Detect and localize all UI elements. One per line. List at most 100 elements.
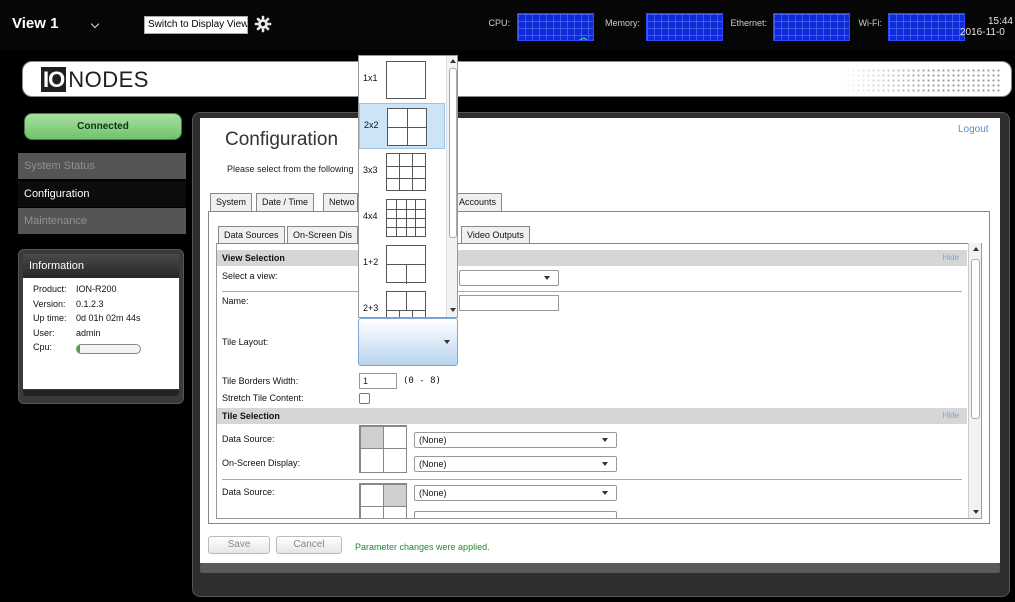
view-title[interactable]: View 1 (12, 15, 58, 32)
tab-accounts[interactable]: Accounts (453, 193, 503, 211)
chevron-down-icon (602, 491, 608, 495)
tile-option-2plus3[interactable]: 2+3 (359, 287, 445, 317)
info-key: Product: (33, 284, 67, 294)
cpu-usage-fill (77, 345, 80, 353)
save-button[interactable]: Save (208, 536, 270, 554)
data-source-dropdown[interactable]: (None) (414, 432, 617, 448)
tile-layout-dropdown[interactable] (358, 318, 458, 366)
clock: 15:44 2016-11-0 (960, 16, 1015, 38)
tile-layout-options-list[interactable]: 1x1 2x2 3x3 4x4 1+2 2+3 (358, 55, 458, 318)
gear-icon[interactable] (254, 15, 272, 33)
tile-2[interactable] (383, 484, 407, 507)
chevron-down-icon (602, 462, 608, 466)
tile-3[interactable] (360, 448, 384, 473)
view-selection-hide-link[interactable]: Hide (943, 250, 959, 266)
option-label: 3x3 (363, 165, 378, 175)
clock-time: 15:44 (987, 16, 1013, 27)
tile-option-3x3[interactable]: 3x3 (359, 149, 445, 195)
stretch-tile-content-checkbox[interactable] (359, 393, 370, 404)
tile-option-2x2[interactable]: 2x2 (359, 103, 445, 149)
info-row-user: User: admin (23, 328, 179, 343)
layout-1plus2-icon (386, 245, 426, 284)
info-key: Cpu: (33, 342, 53, 352)
select-view-dropdown[interactable] (459, 270, 559, 286)
name-input[interactable] (459, 295, 559, 311)
tile-4[interactable] (383, 448, 407, 473)
cancel-button[interactable]: Cancel (276, 536, 342, 554)
option-label: 1+2 (363, 257, 379, 267)
tile-selector-grid (359, 425, 407, 473)
tile-3[interactable] (360, 506, 384, 518)
data-source-value: (None) (419, 488, 447, 498)
info-key: Version: (33, 298, 66, 309)
option-label: 4x4 (363, 211, 378, 221)
data-source-dropdown-2[interactable]: (None) (414, 485, 617, 501)
stretch-tile-content-label: Stretch Tile Content: (222, 393, 304, 403)
status-message: Parameter changes were applied. (355, 542, 490, 552)
select-view-label: Select a view: (222, 271, 278, 281)
information-footer (23, 390, 179, 396)
logo-mark: IO (41, 67, 67, 92)
scroll-up-icon[interactable] (450, 59, 456, 63)
option-label: 2+3 (363, 303, 379, 313)
tile-2[interactable] (383, 426, 407, 449)
logout-link[interactable]: Logout (958, 124, 989, 135)
sidebar-item-configuration[interactable]: Configuration (18, 181, 186, 207)
scroll-down-icon[interactable] (973, 510, 979, 514)
main-footer-bar (200, 563, 1000, 573)
tab-system[interactable]: System (210, 193, 253, 211)
header-logo-bar: IO NODES (22, 61, 1012, 97)
tab-network[interactable]: Netwo (323, 193, 358, 211)
view-settings-content: View Selection Hide Select a view: Name:… (216, 243, 982, 519)
chevron-down-icon (602, 438, 608, 442)
cpu-graph-icon (517, 13, 594, 41)
tile-option-4x4[interactable]: 4x4 (359, 195, 445, 241)
layout-2plus3-icon (386, 291, 426, 317)
chevron-down-icon (444, 340, 450, 344)
scrollbar-thumb[interactable] (971, 259, 980, 419)
subtab-on-screen-display[interactable]: On-Screen Dis (287, 226, 358, 244)
info-key: User: (33, 327, 55, 338)
subtab-data-sources[interactable]: Data Sources (218, 226, 285, 244)
connection-status-button[interactable]: Connected (24, 113, 182, 140)
info-value: ION-R200 (76, 284, 117, 294)
tile-selection-hide-link[interactable]: Hide (943, 408, 959, 424)
tile-4[interactable] (383, 506, 407, 518)
clock-date: 2016-11-0 (960, 27, 1005, 38)
view-selection-header: View Selection Hide (217, 250, 967, 266)
data-source-value: (None) (419, 435, 447, 445)
cpu-meter-label: CPU: (488, 18, 510, 28)
tile-option-1plus2[interactable]: 1+2 (359, 241, 445, 287)
scroll-down-icon[interactable] (450, 308, 456, 312)
switch-to-display-view-button[interactable]: Switch to Display View (144, 16, 248, 34)
information-title: Information (23, 254, 179, 278)
configuration-panel: Configuration Logout Please select from … (200, 118, 1000, 563)
tab-date-time[interactable]: Date / Time (256, 193, 315, 211)
on-screen-display-dropdown[interactable]: (None) (414, 456, 617, 472)
options-scrollbar[interactable] (446, 56, 457, 317)
layout-4x4-icon (386, 199, 426, 237)
memory-graph-icon (646, 13, 723, 41)
tile-1[interactable] (360, 426, 384, 449)
ethernet-graph-icon (773, 13, 850, 41)
sidebar-item-system-status[interactable]: System Status (18, 153, 186, 179)
tile-option-1x1[interactable]: 1x1 (359, 57, 445, 103)
info-row-version: Version: 0.1.2.3 (23, 299, 179, 314)
data-source-label: Data Source: (222, 434, 275, 444)
tile-1[interactable] (360, 484, 384, 507)
subtab-video-outputs[interactable]: Video Outputs (461, 226, 530, 244)
sidebar-item-maintenance[interactable]: Maintenance (18, 208, 186, 234)
chevron-down-icon[interactable] (90, 19, 100, 29)
tile-borders-width-input[interactable]: 1 (359, 373, 397, 389)
page-title: Configuration (225, 129, 339, 150)
ionodes-logo: IO NODES (41, 67, 149, 92)
logo-text: NODES (68, 67, 149, 92)
tile-selection-heading: Tile Selection (222, 411, 280, 421)
layout-1x1-icon (386, 61, 426, 99)
on-screen-display-dropdown-2[interactable] (414, 511, 617, 518)
scrollbar-thumb[interactable] (449, 68, 457, 238)
tile-selection-header: Tile Selection Hide (217, 408, 967, 424)
name-label: Name: (222, 296, 249, 306)
scroll-up-icon[interactable] (973, 247, 979, 251)
content-scrollbar[interactable] (968, 243, 981, 518)
